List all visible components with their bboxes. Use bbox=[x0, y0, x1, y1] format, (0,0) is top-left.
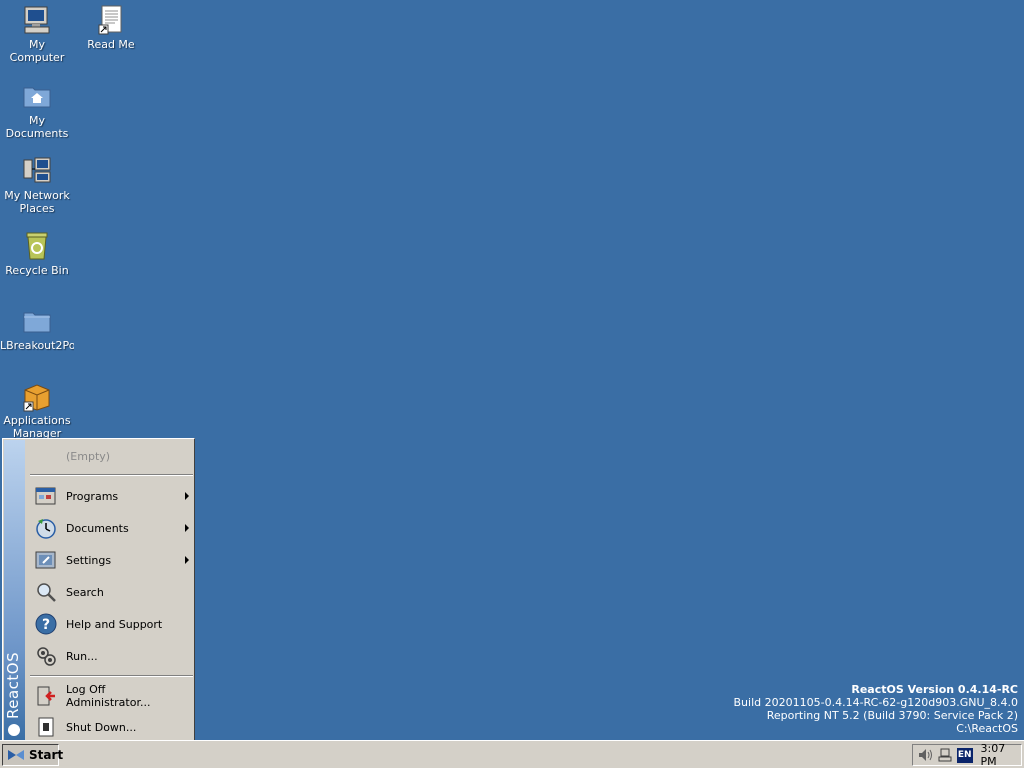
start-menu-item-help[interactable]: ? Help and Support bbox=[27, 609, 193, 639]
volume-icon[interactable] bbox=[917, 747, 933, 763]
taskbar-clock[interactable]: 3:07 PM bbox=[981, 742, 1021, 768]
network-tray-icon[interactable] bbox=[937, 747, 953, 763]
desktop-icon-label: Read Me bbox=[87, 38, 135, 51]
computer-icon bbox=[21, 4, 53, 36]
start-menu-item-documents[interactable]: Documents bbox=[27, 513, 193, 543]
desktop-icon-label: LBreakout2Po... bbox=[0, 339, 74, 352]
system-tray: EN 3:07 PM bbox=[912, 742, 1022, 768]
start-menu-label: Run... bbox=[66, 649, 98, 663]
folder-icon bbox=[21, 305, 53, 337]
desktop-icon-label: My Network Places bbox=[4, 189, 70, 215]
recycle-bin-icon bbox=[21, 230, 53, 262]
documents-folder-icon bbox=[21, 80, 53, 112]
package-icon bbox=[21, 380, 53, 412]
desktop-icon-label: My Documents bbox=[5, 114, 69, 140]
start-button[interactable]: Start bbox=[2, 744, 63, 766]
network-icon bbox=[21, 155, 53, 187]
start-menu-item-search[interactable]: Search bbox=[27, 577, 193, 607]
taskbar: Start EN 3:07 PM bbox=[0, 740, 1024, 768]
start-menu-label: Help and Support bbox=[66, 617, 163, 631]
logoff-icon bbox=[35, 685, 57, 707]
version-build: Build 20201105-0.4.14-RC-62-g120d903.GNU… bbox=[733, 696, 1018, 709]
start-menu-empty-label: (Empty) bbox=[66, 449, 111, 463]
desktop-icon-label: My Computer bbox=[9, 38, 65, 64]
search-icon bbox=[35, 581, 57, 603]
settings-icon bbox=[35, 549, 57, 571]
start-menu-label: Search bbox=[66, 585, 104, 599]
start-menu-label: Settings bbox=[66, 553, 112, 567]
desktop-icon-my-network-places[interactable]: My Network Places bbox=[0, 155, 74, 215]
reactos-logo-icon bbox=[8, 724, 20, 736]
desktop-icon-lbreakout2[interactable]: LBreakout2Po... bbox=[0, 305, 74, 352]
version-reporting: Reporting NT 5.2 (Build 3790: Service Pa… bbox=[766, 709, 1018, 722]
svg-text:?: ? bbox=[42, 617, 50, 633]
document-icon bbox=[95, 4, 127, 36]
submenu-arrow-icon bbox=[185, 524, 189, 532]
version-title: ReactOS Version 0.4.14-RC bbox=[851, 683, 1018, 696]
start-menu-item-run[interactable]: Run... bbox=[27, 641, 193, 671]
desktop-icon-my-documents[interactable]: My Documents bbox=[0, 80, 74, 140]
desktop-icon-read-me[interactable]: Read Me bbox=[74, 4, 148, 51]
start-menu-label: Documents bbox=[66, 521, 129, 535]
start-button-label: Start bbox=[29, 748, 64, 762]
language-indicator[interactable]: EN bbox=[957, 747, 973, 763]
start-menu-item-settings[interactable]: Settings bbox=[27, 545, 193, 575]
programs-icon bbox=[35, 485, 57, 507]
start-menu-empty-item: (Empty) bbox=[27, 441, 193, 471]
documents-icon bbox=[35, 517, 57, 539]
run-icon bbox=[35, 645, 57, 667]
help-icon: ? bbox=[35, 613, 57, 635]
desktop-icon-label: Recycle Bin bbox=[5, 264, 69, 277]
start-menu-label: Shut Down... bbox=[66, 720, 137, 734]
start-menu-separator bbox=[30, 474, 193, 476]
start-menu-item-logoff[interactable]: Log Off Administrator... bbox=[27, 681, 193, 711]
version-info: ReactOS Version 0.4.14-RC Build 20201105… bbox=[734, 683, 1018, 735]
submenu-arrow-icon bbox=[185, 492, 189, 500]
start-menu-item-shutdown[interactable]: Shut Down... bbox=[27, 712, 193, 742]
desktop-icon-my-computer[interactable]: My Computer bbox=[0, 4, 74, 64]
start-menu-separator bbox=[30, 675, 193, 677]
start-menu-item-programs[interactable]: Programs bbox=[27, 481, 193, 511]
start-menu-banner-text: ReactOS bbox=[4, 651, 22, 719]
shutdown-icon bbox=[35, 716, 57, 738]
desktop-icon-label: Applications Manager bbox=[3, 414, 71, 440]
desktop-icon-recycle-bin[interactable]: Recycle Bin bbox=[0, 230, 74, 277]
start-menu-label: Log Off Administrator... bbox=[66, 683, 151, 709]
start-menu: ReactOS (Empty) Programs Documents Setti… bbox=[2, 438, 195, 743]
reactos-start-icon bbox=[7, 748, 25, 762]
start-menu-banner: ReactOS bbox=[4, 440, 25, 741]
desktop-icon-applications-manager[interactable]: Applications Manager bbox=[0, 380, 74, 440]
submenu-arrow-icon bbox=[185, 556, 189, 564]
version-path: C:\ReactOS bbox=[956, 722, 1018, 735]
start-menu-label: Programs bbox=[66, 489, 119, 503]
